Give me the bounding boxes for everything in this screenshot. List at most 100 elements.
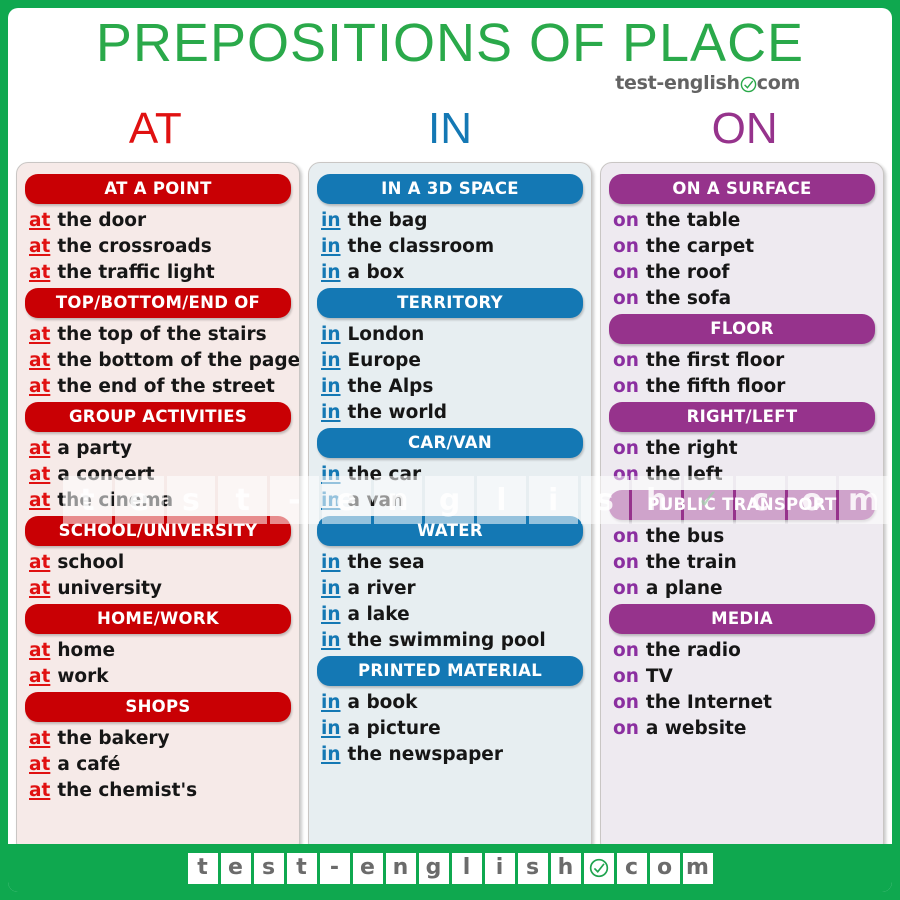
list-item: at the end of the street <box>23 373 293 399</box>
phrase-label: the cinema <box>57 489 174 511</box>
brand-letter-tile: g <box>418 852 449 884</box>
phrase-label: the door <box>57 209 147 231</box>
preposition-label: at <box>29 349 51 371</box>
phrase-label: a river <box>347 577 416 599</box>
group-header: SHOPS <box>25 692 291 722</box>
phrase-label: the sofa <box>645 287 732 309</box>
preposition-label: in <box>321 463 341 485</box>
preposition-label: at <box>29 375 51 397</box>
phrase-label: the Internet <box>645 691 773 713</box>
preposition-label: in <box>321 691 341 713</box>
phrase-label: a concert <box>57 463 155 485</box>
list-item: on the right <box>607 435 877 461</box>
list-item: in the Alps <box>315 373 585 399</box>
poster-inner: PREPOSITIONS OF PLACE test-english com A… <box>8 8 892 892</box>
list-item: at the chemist's <box>23 777 293 803</box>
list-item: at work <box>23 663 293 689</box>
preposition-label: on <box>613 665 639 687</box>
brand-letter-tile: t <box>187 852 218 884</box>
list-item: in the world <box>315 399 585 425</box>
group-header: FLOOR <box>609 314 875 344</box>
list-item: in a van <box>315 487 585 513</box>
brand-letter-tile: m <box>682 852 713 884</box>
list-item: in a lake <box>315 601 585 627</box>
preposition-label: at <box>29 665 51 687</box>
preposition-label: at <box>29 577 51 599</box>
list-item: in a book <box>315 689 585 715</box>
phrase-label: a café <box>57 753 121 775</box>
preposition-label: in <box>321 603 341 625</box>
group-header: HOME/WORK <box>25 604 291 634</box>
card-in: IN A 3D SPACE in the bag in the classroom in a… <box>308 162 592 854</box>
list-item: on the radio <box>607 637 877 663</box>
list-item: in a picture <box>315 715 585 741</box>
list-item: at the traffic light <box>23 259 293 285</box>
list-item: at the top of the stairs <box>23 321 293 347</box>
preposition-label: at <box>29 551 51 573</box>
phrase-label: the end of the street <box>57 375 275 397</box>
list-item: in a box <box>315 259 585 285</box>
page-title: PREPOSITIONS OF PLACE <box>95 13 805 73</box>
phrase-label: home <box>57 639 116 661</box>
brand-letter-tile: l <box>451 852 482 884</box>
phrase-label: the train <box>645 551 737 573</box>
group-header: AT A POINT <box>25 174 291 204</box>
group-header: TERRITORY <box>317 288 583 318</box>
list-item: in the newspaper <box>315 741 585 767</box>
group-header: GROUP ACTIVITIES <box>25 402 291 432</box>
phrase-label: a van <box>347 489 405 511</box>
phrase-label: a website <box>645 717 747 739</box>
group-header: RIGHT/LEFT <box>609 402 875 432</box>
phrase-label: the Alps <box>347 375 434 397</box>
phrase-label: the table <box>645 209 741 231</box>
preposition-label: at <box>29 261 51 283</box>
column-heading-on: ON <box>711 104 778 153</box>
preposition-label: on <box>613 639 639 661</box>
columns: AT A POINT at the door at the crossroads at th… <box>8 162 892 854</box>
phrase-label: the left <box>645 463 723 485</box>
list-item: on the train <box>607 549 877 575</box>
list-item: on the carpet <box>607 233 877 259</box>
phrase-label: the sea <box>347 551 425 573</box>
preposition-label: on <box>613 463 639 485</box>
preposition-label: in <box>321 323 341 345</box>
list-item: on the Internet <box>607 689 877 715</box>
card-at: AT A POINT at the door at the crossroads at th… <box>16 162 300 854</box>
preposition-label: at <box>29 463 51 485</box>
preposition-label: in <box>321 261 341 283</box>
phrase-label: the newspaper <box>347 743 503 765</box>
check-circle-icon <box>740 76 757 93</box>
preposition-label: on <box>613 551 639 573</box>
list-item: at home <box>23 637 293 663</box>
footer: test-englishcom <box>8 844 892 892</box>
list-item: in the bag <box>315 207 585 233</box>
preposition-label: at <box>29 639 51 661</box>
brand-letter-tile: t <box>286 852 317 884</box>
list-item: in the sea <box>315 549 585 575</box>
brand-logo-footer: test-englishcom <box>184 849 716 887</box>
list-item: at the crossroads <box>23 233 293 259</box>
brand-letter-tile: n <box>385 852 416 884</box>
preposition-label: in <box>321 401 341 423</box>
phrase-label: the bag <box>347 209 428 231</box>
preposition-label: at <box>29 753 51 775</box>
group-header: PUBLIC TRANSPORT <box>609 490 875 520</box>
list-item: on the first floor <box>607 347 877 373</box>
list-item: on TV <box>607 663 877 689</box>
preposition-label: at <box>29 323 51 345</box>
phrase-label: the traffic light <box>57 261 215 283</box>
preposition-label: in <box>321 743 341 765</box>
list-item: at the bottom of the page <box>23 347 299 373</box>
preposition-label: at <box>29 235 51 257</box>
preposition-label: in <box>321 629 341 651</box>
phrase-label: the fifth floor <box>645 375 786 397</box>
column-heading-in: IN <box>428 104 472 153</box>
preposition-label: on <box>613 349 639 371</box>
preposition-label: on <box>613 437 639 459</box>
phrase-label: the classroom <box>347 235 495 257</box>
preposition-label: in <box>321 235 341 257</box>
list-item: at the door <box>23 207 293 233</box>
list-item: on the left <box>607 461 877 487</box>
phrase-label: the bus <box>645 525 725 547</box>
phrase-label: a book <box>347 691 418 713</box>
